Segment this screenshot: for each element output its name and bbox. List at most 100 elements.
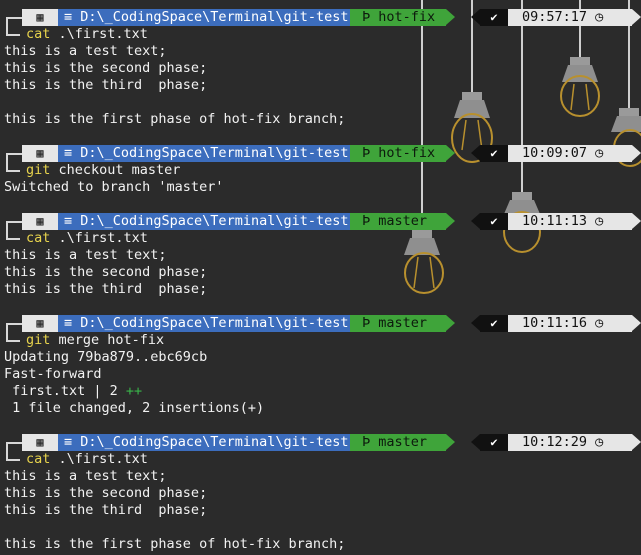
output-line: this is the second phase; <box>4 264 208 280</box>
git-branch-icon: Þ <box>362 434 379 450</box>
branch-name: hot-fix <box>378 9 436 25</box>
git-branch-segment: Þ master <box>350 315 446 332</box>
current-path: D:\_CodingSpace\Terminal\git-test <box>80 9 349 25</box>
timestamp: 10:12:29 <box>522 434 588 450</box>
segment-separator <box>471 213 480 229</box>
status-check-icon: ✔ <box>480 145 508 162</box>
output-line: this is the third phase; <box>4 502 208 518</box>
command-name: cat <box>26 26 51 42</box>
segment-separator <box>446 145 455 161</box>
command-args: .\first.txt <box>50 230 148 246</box>
command-args: .\first.txt <box>50 26 148 42</box>
segment-separator <box>632 145 641 161</box>
folder-icon: ≡ <box>64 315 81 331</box>
os-segment: ▦ <box>22 9 58 26</box>
output-line: this is a test text; <box>4 468 167 484</box>
os-segment: ▦ <box>22 315 58 332</box>
git-branch-icon: Þ <box>362 213 379 229</box>
prompt-connector-bottom <box>6 451 20 461</box>
branch-name: master <box>378 315 428 331</box>
command-line[interactable]: cat .\first.txt <box>26 451 148 468</box>
os-segment: ▦ <box>22 434 58 451</box>
folder-icon: ≡ <box>64 145 81 161</box>
command-line[interactable]: git checkout master <box>26 162 180 179</box>
windows-icon: ▦ <box>36 214 44 228</box>
status-check-icon: ✔ <box>480 434 508 451</box>
command-args: checkout master <box>50 162 181 178</box>
output-line: this is the first phase of hot-fix branc… <box>4 536 346 552</box>
git-branch-icon: Þ <box>362 145 379 161</box>
timestamp: 10:11:13 <box>522 213 588 229</box>
command-name: cat <box>26 451 51 467</box>
current-path: D:\_CodingSpace\Terminal\git-test <box>80 213 349 229</box>
output-text: first.txt | 2 <box>4 383 126 399</box>
git-branch-icon: Þ <box>362 315 379 331</box>
segment-separator <box>471 145 480 161</box>
folder-icon: ≡ <box>64 434 81 450</box>
segment-separator <box>446 315 455 331</box>
status-check-icon: ✔ <box>480 315 508 332</box>
git-branch-icon: Þ <box>362 9 379 25</box>
output-line: this is the first phase of hot-fix branc… <box>4 111 346 127</box>
segment-separator <box>632 434 641 450</box>
command-name: cat <box>26 230 51 246</box>
terminal-output[interactable]: ▦ ≡ D:\_CodingSpace\Terminal\git-test Þ ho… <box>0 0 641 555</box>
command-name: git <box>26 162 51 178</box>
timestamp: 10:11:16 <box>522 315 588 331</box>
time-segment: 10:11:16 ◷ <box>508 315 632 332</box>
clock-icon: ◷ <box>587 145 604 161</box>
output-line: Switched to branch 'master' <box>4 179 224 195</box>
status-check-icon: ✔ <box>480 9 508 26</box>
status-check-icon: ✔ <box>480 213 508 230</box>
folder-icon: ≡ <box>64 213 81 229</box>
segment-separator <box>446 434 455 450</box>
git-branch-segment: Þ hot-fix <box>350 9 446 26</box>
branch-name: master <box>378 213 428 229</box>
output-line: Updating 79ba879..ebc69cb <box>4 349 208 365</box>
command-name: git <box>26 332 51 348</box>
command-line[interactable]: cat .\first.txt <box>26 230 148 247</box>
segment-separator <box>446 213 455 229</box>
output-line: this is the second phase; <box>4 60 208 76</box>
path-segment: ≡ D:\_CodingSpace\Terminal\git-test <box>58 145 350 162</box>
output-line: 1 file changed, 2 insertions(+) <box>4 400 265 416</box>
time-segment: 09:57:17 ◷ <box>508 9 632 26</box>
path-segment: ≡ D:\_CodingSpace\Terminal\git-test <box>58 9 350 26</box>
command-line[interactable]: cat .\first.txt <box>26 26 148 43</box>
segment-separator <box>632 213 641 229</box>
command-line[interactable]: git merge hot-fix <box>26 332 164 349</box>
segment-separator <box>471 434 480 450</box>
prompt-connector-bottom <box>6 230 20 240</box>
clock-icon: ◷ <box>587 213 604 229</box>
git-branch-segment: Þ master <box>350 434 446 451</box>
clock-icon: ◷ <box>587 434 604 450</box>
prompt-connector-bottom <box>6 162 20 172</box>
windows-icon: ▦ <box>36 146 44 160</box>
os-segment: ▦ <box>22 145 58 162</box>
git-branch-segment: Þ hot-fix <box>350 145 446 162</box>
segment-separator <box>446 9 455 25</box>
command-args: merge hot-fix <box>50 332 165 348</box>
command-args: .\first.txt <box>50 451 148 467</box>
output-line: this is the third phase; <box>4 77 208 93</box>
clock-icon: ◷ <box>587 315 604 331</box>
timestamp: 10:09:07 <box>522 145 588 161</box>
windows-icon: ▦ <box>36 10 44 24</box>
segment-separator <box>632 315 641 331</box>
path-segment: ≡ D:\_CodingSpace\Terminal\git-test <box>58 213 350 230</box>
git-branch-segment: Þ master <box>350 213 446 230</box>
insertions-marker: ++ <box>125 383 143 399</box>
time-segment: 10:09:07 ◷ <box>508 145 632 162</box>
segment-separator <box>471 315 480 331</box>
output-line: this is the second phase; <box>4 485 208 501</box>
prompt-connector-bottom <box>6 332 20 342</box>
time-segment: 10:12:29 ◷ <box>508 434 632 451</box>
path-segment: ≡ D:\_CodingSpace\Terminal\git-test <box>58 315 350 332</box>
current-path: D:\_CodingSpace\Terminal\git-test <box>80 434 349 450</box>
time-segment: 10:11:13 ◷ <box>508 213 632 230</box>
branch-name: master <box>378 434 428 450</box>
terminal-window[interactable]: ▦ ≡ D:\_CodingSpace\Terminal\git-test Þ ho… <box>0 0 641 555</box>
folder-icon: ≡ <box>64 9 81 25</box>
prompt-connector-bottom <box>6 26 20 36</box>
windows-icon: ▦ <box>36 316 44 330</box>
